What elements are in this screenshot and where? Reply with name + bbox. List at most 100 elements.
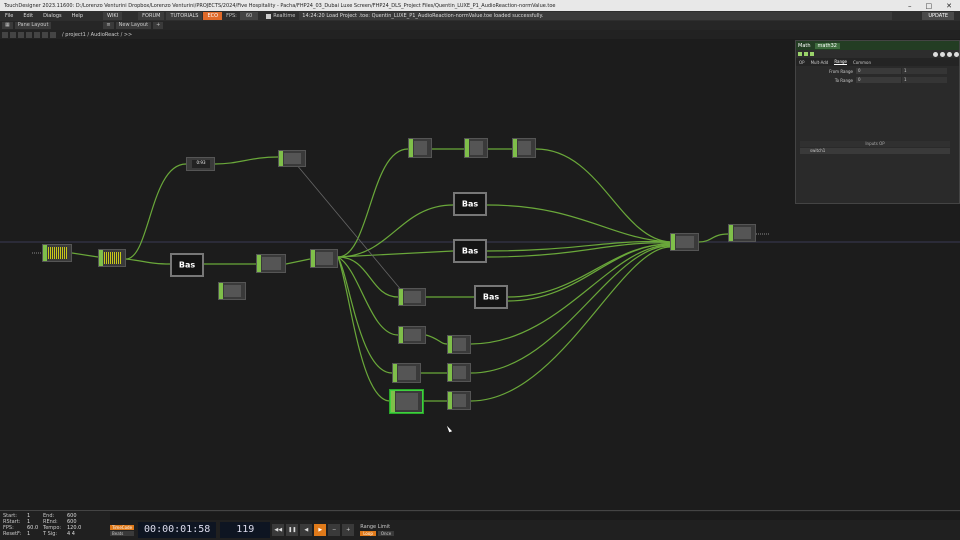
range-limit-label: Range Limit <box>360 524 391 530</box>
forward-icon[interactable] <box>10 31 16 38</box>
math-node-4[interactable] <box>398 326 426 344</box>
pause-icon[interactable]: ❚❚ <box>286 524 299 536</box>
bas-node-2[interactable]: Bas <box>453 192 487 216</box>
pin-icon[interactable] <box>50 31 56 38</box>
param-value-1[interactable]: 0 <box>856 68 901 74</box>
range-limit: Range Limit Loop Once <box>360 524 395 536</box>
param-label: To Range <box>834 77 853 83</box>
menu-help[interactable]: Help <box>67 13 88 19</box>
rewind-icon[interactable]: ◀◀ <box>272 524 285 536</box>
constant-node[interactable] <box>218 282 246 300</box>
help-icon[interactable] <box>798 52 802 56</box>
parameter-panel: Math math32 OP Mult-Add Range Common Fro… <box>795 40 960 204</box>
math-node-1[interactable] <box>256 254 286 273</box>
switch-node[interactable] <box>310 249 338 268</box>
loop-button[interactable]: Loop <box>360 531 376 536</box>
pane-layout-button[interactable]: Pane Layout <box>14 22 52 29</box>
fps-label: FPS: <box>226 13 237 19</box>
beats-mode-button[interactable]: Beats <box>110 530 135 536</box>
home-icon[interactable] <box>18 31 24 38</box>
bas-node-4[interactable]: Bas <box>474 285 508 309</box>
math-node-2[interactable] <box>408 138 432 158</box>
close-icon[interactable]: ✕ <box>946 2 952 10</box>
timecode-display[interactable]: 00:00:01:58 <box>138 522 217 538</box>
python-icon[interactable] <box>933 51 938 57</box>
expand-icon[interactable] <box>954 51 959 57</box>
lag-node-5[interactable] <box>447 363 471 382</box>
time-mode: TimeCode Beats <box>110 524 135 536</box>
tab-mult-add[interactable]: Mult-Add <box>811 60 829 65</box>
filter-node-2[interactable] <box>464 138 488 158</box>
lag-node-4[interactable] <box>447 335 471 354</box>
param-value-2[interactable]: 1 <box>902 68 947 74</box>
add-layout-button[interactable]: + <box>153 22 164 29</box>
fps-display: FPS: 60 <box>222 12 262 20</box>
checkbox-icon[interactable] <box>266 13 272 19</box>
once-button[interactable]: Once <box>377 531 395 536</box>
realtime-toggle[interactable]: Realtime <box>262 13 299 19</box>
transport-controls: TimeCode Beats 00:00:01:58 119 ◀◀ ❚❚ ◀ ▶… <box>110 521 960 539</box>
resetf-value[interactable]: 1 <box>27 531 43 537</box>
eco-button[interactable]: ECO <box>203 12 223 20</box>
math-node-3[interactable] <box>398 288 426 306</box>
audio-filter-node[interactable] <box>98 249 126 267</box>
analyze-node[interactable]: 0:93 <box>186 157 215 171</box>
math-node-5[interactable] <box>392 363 421 383</box>
settings-icon[interactable] <box>940 51 945 57</box>
fps-value[interactable]: 60 <box>239 12 259 20</box>
input-row[interactable]: switch1 <box>800 148 950 154</box>
bas-label: Bas <box>461 246 479 256</box>
new-layout-button[interactable]: New Layout <box>115 22 152 29</box>
network-path[interactable]: / project1 / AudioReact / >> <box>62 32 132 38</box>
forum-button[interactable]: FORUM <box>138 12 165 20</box>
menu-edit[interactable]: Edit <box>18 13 38 19</box>
pin-icon[interactable] <box>947 51 952 57</box>
lag-node-6[interactable] <box>447 391 471 410</box>
tutorials-button[interactable]: TUTORIALS <box>166 12 203 20</box>
param-value-1[interactable]: 0 <box>856 77 901 83</box>
menu-bar: File Edit Dialogs Help WIKI FORUM TUTORI… <box>0 11 960 21</box>
menu-dialogs[interactable]: Dialogs <box>38 13 67 19</box>
list-icon[interactable]: ≡ <box>103 22 114 29</box>
param-label: From Range <box>829 68 853 74</box>
op-type-label: Math <box>798 42 811 49</box>
bas-node-audio-spectrum[interactable]: Bas <box>170 253 204 277</box>
null-node-2[interactable] <box>512 138 536 158</box>
frame-display[interactable]: 119 <box>220 522 271 538</box>
audio-in-node[interactable] <box>42 244 72 262</box>
tab-common[interactable]: Common <box>853 60 871 65</box>
menu-file[interactable]: File <box>0 13 18 19</box>
view-icon[interactable] <box>42 31 48 38</box>
null-top-node[interactable] <box>278 150 306 167</box>
tsig-label: T Sig: <box>43 531 58 537</box>
out-node[interactable] <box>728 224 756 242</box>
plus-icon[interactable]: + <box>342 524 355 536</box>
add-icon[interactable] <box>34 31 40 38</box>
resetf-label: ResetF: <box>3 531 22 537</box>
tab-op[interactable]: OP <box>799 60 805 65</box>
minus-icon[interactable]: − <box>328 524 341 536</box>
bas-node-3[interactable]: Bas <box>453 239 487 263</box>
bypass-icon[interactable] <box>804 52 808 56</box>
minimize-icon[interactable]: – <box>908 2 912 10</box>
up-icon[interactable] <box>26 31 32 38</box>
wiki-button[interactable]: WIKI <box>103 12 123 20</box>
step-back-icon[interactable]: ◀ <box>300 524 313 536</box>
timecode-mode-button[interactable]: TimeCode <box>110 524 135 530</box>
play-icon[interactable]: ▶ <box>314 524 327 536</box>
grid-icon[interactable]: ▦ <box>2 22 13 29</box>
merge-node[interactable] <box>670 233 699 251</box>
audio-waveform <box>48 247 67 259</box>
update-button[interactable]: UPDATE <box>922 12 954 20</box>
maximize-icon[interactable]: □ <box>926 2 933 10</box>
tsig-value[interactable]: 4 4 <box>67 531 83 537</box>
info-icon[interactable] <box>810 52 814 56</box>
math32-node-selected[interactable] <box>390 390 423 413</box>
back-icon[interactable] <box>2 31 8 38</box>
param-to-range: To Range 0 1 <box>796 76 959 84</box>
window-title: TouchDesigner 2023.11600: D:/Lorenzo Ven… <box>4 2 556 9</box>
tab-range[interactable]: Range <box>834 59 848 65</box>
timeline-ruler[interactable] <box>110 512 960 520</box>
param-value-2[interactable]: 1 <box>902 77 947 83</box>
op-name-field[interactable]: math32 <box>814 42 840 49</box>
